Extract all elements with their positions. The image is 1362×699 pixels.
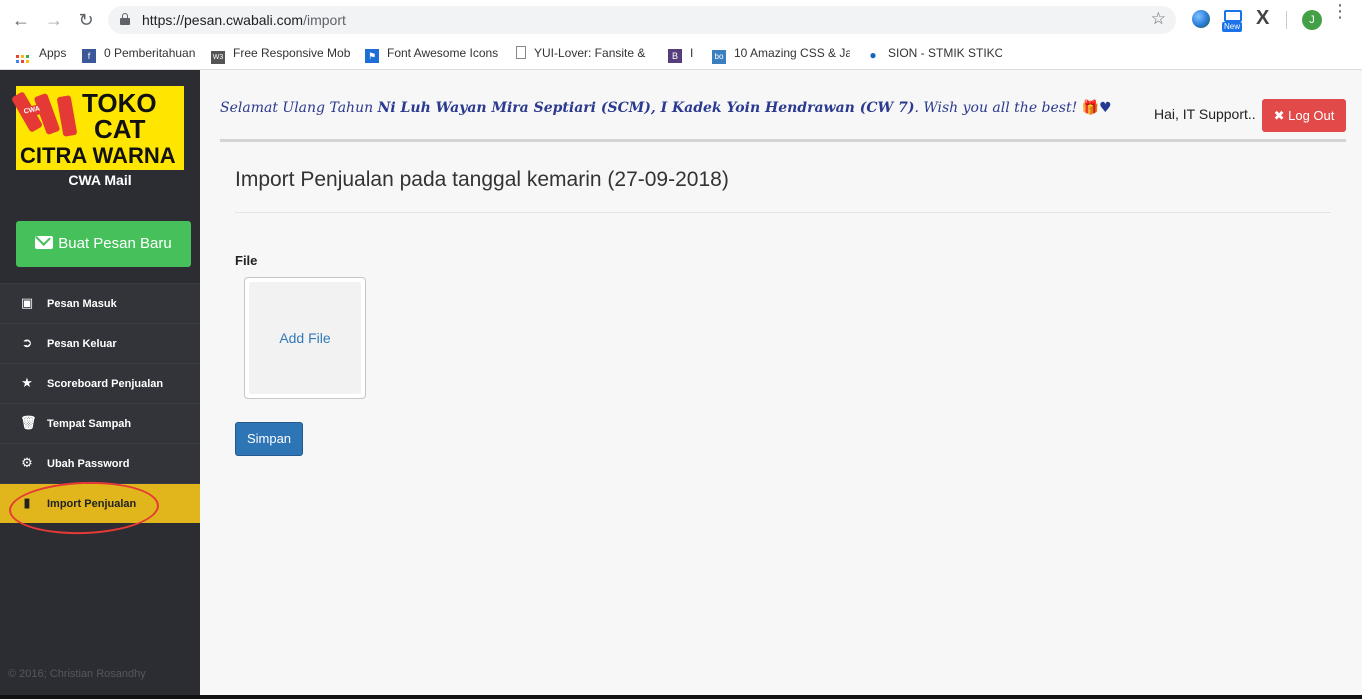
main-content: Selamat Ulang Tahun Ni Luh Wayan Mira Se… — [200, 70, 1362, 699]
flag-icon: ⚑ — [365, 49, 379, 63]
page-icon — [516, 46, 526, 59]
window-bottom-edge — [0, 695, 1362, 699]
bo-icon: bo — [712, 50, 726, 64]
bookmark-font-awesome[interactable]: ⚑ Font Awesome Icons — [365, 46, 503, 64]
lock-icon — [120, 13, 130, 25]
w3schools-icon: W3 — [211, 51, 225, 64]
back-arrow-icon[interactable]: ← — [9, 8, 33, 32]
logout-button[interactable]: ✖ Log Out — [1262, 99, 1346, 132]
bookmark-apps[interactable]: Apps — [16, 46, 66, 64]
envelope-icon — [35, 236, 54, 249]
add-file-link[interactable]: Add File — [249, 282, 361, 394]
bookmark-yui-lover[interactable]: YUI-Lover: Fansite & — [516, 46, 650, 64]
bookmark-bootstrap[interactable]: BI — [668, 46, 698, 64]
apps-grid-icon — [16, 55, 29, 64]
bookmark-facebook[interactable]: f0 Pemberitahuan — [82, 46, 198, 64]
drop-icon: ● — [869, 48, 877, 62]
sidebar: CWA TOKO CAT CITRA WARNA CWA Mail Buat P… — [0, 70, 200, 699]
page-title: Import Penjualan pada tanggal kemarin (2… — [235, 168, 729, 191]
globe-extension-icon[interactable] — [1192, 10, 1210, 28]
browser-menu-icon[interactable]: ⋮ — [1330, 2, 1350, 31]
title-divider — [235, 212, 1331, 213]
app-name: CWA Mail — [68, 172, 132, 188]
url-text[interactable]: https://pesan.cwabali.com/import — [142, 12, 346, 28]
sidebar-item-pesan-keluar[interactable]: ➲ Pesan Keluar — [0, 323, 200, 363]
compose-message-button[interactable]: Buat Pesan Baru — [16, 221, 191, 267]
trash-icon: 🗑 — [20, 415, 37, 430]
forward-arrow-icon[interactable]: → — [42, 8, 66, 32]
copyright-footer: © 2016; Christian Rosandhy — [8, 668, 146, 680]
x-extension-icon[interactable]: X — [1256, 7, 1274, 29]
bookmark-star-icon[interactable]: ☆ — [1151, 9, 1166, 29]
address-bar[interactable]: https://pesan.cwabali.com/import ☆ — [108, 6, 1176, 34]
user-greeting: Hai, IT Support.. — [1154, 106, 1256, 122]
sign-out-icon: ➲ — [21, 335, 33, 350]
header-divider — [220, 139, 1346, 142]
file-dropzone[interactable]: Add File — [244, 277, 366, 399]
browser-toolbar: ← → ↻ https://pesan.cwabali.com/import ☆… — [0, 0, 1362, 40]
save-button[interactable]: Simpan — [235, 422, 303, 456]
bookmark-sion[interactable]: ● SION - STMIK STIKOM — [866, 46, 1002, 64]
close-icon: ✖ — [1273, 108, 1289, 123]
sidebar-item-ubah-password[interactable]: ⚙ Ubah Password — [0, 443, 200, 483]
screen-extension-icon[interactable]: New — [1222, 10, 1244, 32]
bookmark-css-js[interactable]: bo 10 Amazing CSS & Ja — [712, 46, 850, 64]
file-field-label: File — [235, 253, 258, 268]
gift-heart-icon: 🎁♥ — [1081, 100, 1112, 116]
gear-icon: ⚙ — [21, 455, 33, 470]
facebook-icon: f — [82, 49, 96, 63]
inbox-icon: ▣ — [20, 295, 34, 310]
toko-cat-logo[interactable]: CWA TOKO CAT CITRA WARNA — [10, 86, 184, 170]
bookmarks-bar: Apps f0 Pemberitahuan W3 Free Responsive … — [0, 40, 1362, 70]
bootstrap-icon: B — [668, 49, 682, 63]
bookmark-w3schools[interactable]: W3 Free Responsive Mob — [211, 46, 351, 64]
sidebar-item-pesan-masuk[interactable]: ▣ Pesan Masuk — [0, 283, 200, 323]
star-icon: ★ — [21, 375, 33, 390]
reload-icon[interactable]: ↻ — [74, 8, 98, 32]
profile-avatar[interactable]: J — [1302, 10, 1322, 30]
birthday-banner: Selamat Ulang Tahun Ni Luh Wayan Mira Se… — [220, 100, 1112, 116]
toolbar-divider — [1286, 11, 1287, 29]
sidebar-item-scoreboard[interactable]: ★ Scoreboard Penjualan — [0, 363, 200, 403]
sidebar-item-tempat-sampah[interactable]: 🗑 Tempat Sampah — [0, 403, 200, 443]
